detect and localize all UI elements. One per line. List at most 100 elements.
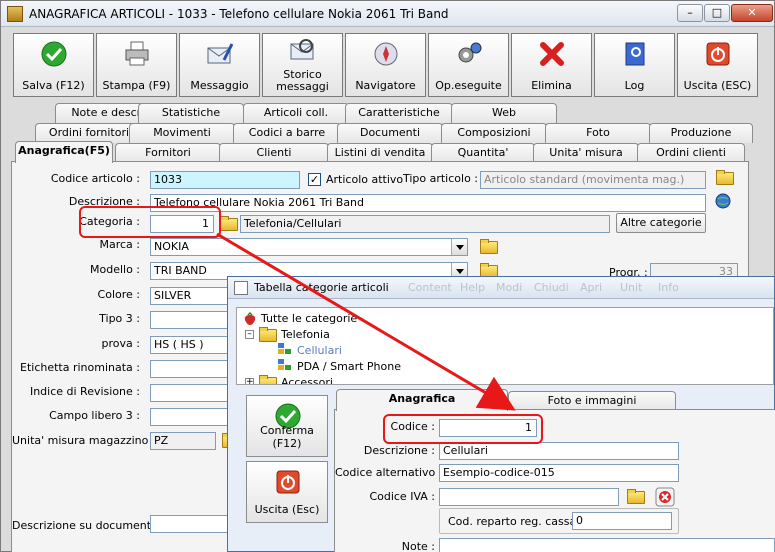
uscita-label: Uscita (ESC)	[683, 79, 752, 92]
envelope-pen-icon	[207, 43, 234, 64]
iva-folder-icon[interactable]	[625, 487, 645, 505]
marca-folder-icon[interactable]	[478, 237, 498, 255]
tab-articoli-coll[interactable]: Articoli coll.	[243, 103, 349, 123]
messaggio-button[interactable]: Messaggio	[179, 33, 260, 97]
tipo3-select[interactable]	[150, 311, 230, 329]
ghost-menu-4: Chiudi	[534, 281, 569, 294]
campo-libero-input[interactable]	[150, 408, 230, 426]
indice-revisione-label: Indice di Revisione :	[29, 385, 140, 398]
tab-dialog-anagrafica[interactable]: Anagrafica	[336, 389, 508, 411]
log-book-icon	[625, 42, 645, 66]
folder-closed-icon	[257, 373, 277, 384]
conferma-button[interactable]: Conferma (F12)	[246, 395, 328, 457]
check-icon	[41, 41, 67, 67]
tab-clienti[interactable]: Clienti	[219, 143, 329, 163]
marca-label: Marca :	[99, 238, 140, 251]
chevron-down-icon[interactable]	[451, 239, 467, 255]
storico-messaggi-button[interactable]: Storico messaggi	[262, 33, 343, 97]
tree-item-telefonia[interactable]: Telefonia	[281, 328, 330, 341]
maximize-button[interactable]: □	[704, 4, 730, 22]
tree-expand-toggle[interactable]: +	[245, 378, 254, 384]
toolbar: Salva (F12) Stampa (F9) Messaggio Storic…	[13, 33, 758, 97]
tab-fornitori[interactable]: Fornitori	[115, 143, 221, 163]
uscita-button[interactable]: Uscita (ESC)	[677, 33, 758, 97]
tab-quantita[interactable]: Quantita'	[431, 143, 535, 163]
reparto-groupbox: Cod. reparto reg. cassa : 0	[439, 508, 679, 534]
descrizione-input[interactable]: Telefono cellulare Nokia 2061 Tri Band	[150, 194, 706, 212]
gears-icon	[458, 42, 482, 63]
prova-label: prova :	[101, 337, 140, 350]
dialog-iva-input[interactable]	[439, 488, 619, 506]
dialog-codalt-input[interactable]: Esempio-codice-015	[439, 464, 679, 482]
codice-articolo-label: Codice articolo :	[50, 172, 140, 185]
tab-caratteristiche[interactable]: Caratteristiche	[345, 103, 453, 123]
uscita-dialog-button[interactable]: Uscita (Esc)	[246, 461, 328, 523]
category-node-icon	[278, 343, 291, 354]
tab-ordini-fornitori[interactable]: Ordini fornitori	[35, 123, 143, 143]
globe-icon[interactable]	[714, 192, 732, 210]
tab-unita-misura[interactable]: Unita' misura	[533, 143, 639, 163]
altre-categorie-button[interactable]: Altre categorie	[616, 213, 706, 233]
categoria-folder-icon[interactable]	[218, 214, 238, 232]
tree-item-tutte[interactable]: Tutte le categorie	[261, 312, 357, 325]
stampa-button[interactable]: Stampa (F9)	[96, 33, 177, 97]
tab-statistiche[interactable]: Statistiche	[138, 103, 244, 123]
log-button[interactable]: Log	[594, 33, 675, 97]
tree-item-accessori[interactable]: Accessori	[281, 376, 333, 384]
colore-select[interactable]: SILVER	[150, 287, 230, 305]
prova-select[interactable]: HS ( HS )	[150, 336, 230, 354]
tipo-articolo-input[interactable]: Articolo standard (movimenta mag.)	[480, 171, 706, 189]
ghost-menu-1: Content	[408, 281, 452, 294]
tab-documenti[interactable]: Documenti	[337, 123, 443, 143]
codice-highlight	[383, 414, 543, 444]
tab-ordini-clienti[interactable]: Ordini clienti	[637, 143, 745, 163]
campo-libero-label: Campo libero 3 :	[49, 409, 140, 422]
etichetta-input[interactable]	[150, 360, 230, 378]
elimina-button[interactable]: Elimina	[511, 33, 592, 97]
compass-icon	[374, 42, 398, 66]
tab-produzione[interactable]: Produzione	[649, 123, 753, 143]
dialog-reparto-input[interactable]: 0	[572, 512, 672, 530]
colore-label: Colore :	[97, 288, 140, 301]
tipo3-label: Tipo 3 :	[99, 312, 140, 325]
tab-listini[interactable]: Listini di vendita	[327, 143, 433, 163]
dialog-note-label: Note :	[401, 540, 435, 552]
tab-codici-barre[interactable]: Codici a barre	[233, 123, 341, 143]
minimize-button[interactable]: –	[677, 4, 703, 22]
navigatore-button[interactable]: Navigatore	[345, 33, 426, 97]
tab-web[interactable]: Web	[451, 103, 557, 123]
op-eseguite-button[interactable]: Op.eseguite	[428, 33, 509, 97]
dialog-descrizione-input[interactable]: Cellulari	[439, 442, 679, 460]
tab-foto[interactable]: Foto	[545, 123, 651, 143]
navigatore-label: Navigatore	[355, 79, 416, 92]
dialog-descrizione-label: Descrizione :	[363, 444, 435, 457]
close-button[interactable]: ✕	[731, 4, 773, 22]
unita-misura-label: Unita' misura magazzino :	[12, 434, 156, 447]
clear-icon[interactable]	[655, 487, 675, 507]
unita-misura-input[interactable]: PZ	[150, 432, 216, 450]
storico-messaggi-label: Storico messaggi	[276, 68, 329, 93]
red-x-icon	[540, 42, 564, 66]
marca-select[interactable]: NOKIA	[150, 238, 468, 256]
descrizione-documenti-input[interactable]	[150, 515, 230, 533]
dialog-note-input[interactable]	[439, 538, 775, 552]
tree-item-pda[interactable]: PDA / Smart Phone	[297, 360, 401, 373]
tree-item-cellulari[interactable]: Cellulari	[297, 344, 342, 357]
tree-collapse-toggle[interactable]: –	[245, 330, 254, 339]
modello-label: Modello :	[89, 263, 140, 276]
stampa-label: Stampa (F9)	[102, 79, 171, 92]
power-icon	[276, 470, 300, 494]
articolo-attivo-checkbox[interactable]: ✓	[308, 173, 321, 186]
codice-articolo-input[interactable]: 1033	[150, 171, 300, 189]
envelope-search-icon	[290, 39, 314, 60]
power-icon	[706, 42, 730, 66]
tipo-articolo-folder-icon[interactable]	[714, 168, 734, 186]
elimina-label: Elimina	[531, 79, 572, 92]
tab-movimenti[interactable]: Movimenti	[129, 123, 235, 143]
indice-revisione-input[interactable]	[150, 384, 230, 402]
salva-button[interactable]: Salva (F12)	[13, 33, 94, 97]
tab-anagrafica[interactable]: Anagrafica(F5)	[15, 141, 113, 163]
tab-dialog-foto[interactable]: Foto e immagini	[508, 391, 676, 411]
category-node-icon	[278, 359, 291, 370]
tab-composizioni[interactable]: Composizioni	[441, 123, 547, 143]
